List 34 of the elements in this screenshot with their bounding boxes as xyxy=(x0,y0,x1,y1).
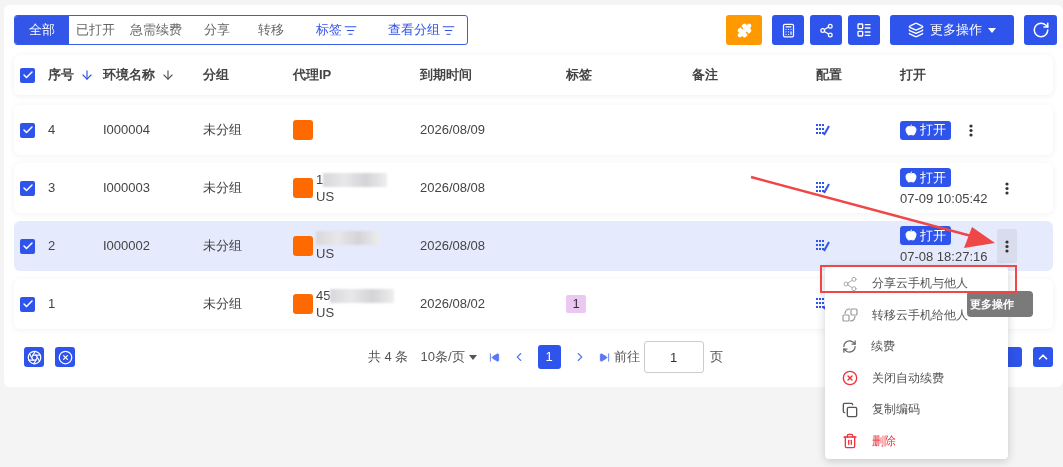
table-cell-text: I000004 xyxy=(103,121,150,140)
table-cell-text: 2026/08/09 xyxy=(420,121,486,140)
column-header: 标签 xyxy=(566,66,592,85)
tag-badge: 1 xyxy=(566,295,586,313)
column-header: 配置 xyxy=(816,66,842,85)
column-header: 分组 xyxy=(203,66,229,85)
column-header: 备注 xyxy=(692,66,718,85)
ip-text: 45 xyxy=(316,287,331,304)
table-cell-text: 3 xyxy=(48,179,56,198)
table-cell-text: 2 xyxy=(48,237,56,256)
table-cell-text: 未分组 xyxy=(203,179,242,198)
ip-text: 1 xyxy=(316,171,324,188)
last-opened-time: 07-08 18:27:16 xyxy=(900,247,988,266)
table-cell-text: I000002 xyxy=(103,237,150,256)
table-cell-text: 未分组 xyxy=(203,295,242,314)
last-opened-time: 07-09 10:05:42 xyxy=(900,189,988,208)
page-unit-label: 页 xyxy=(709,348,723,367)
table-cell-text: 未分组 xyxy=(203,121,242,140)
table-cell-text: 2026/08/08 xyxy=(420,179,486,198)
table-cell-text: 1 xyxy=(48,295,56,314)
table-cell-text: 2026/08/02 xyxy=(420,295,486,314)
column-header: 代理IP xyxy=(293,66,332,85)
table-cell-text: 2026/08/08 xyxy=(420,237,486,256)
table-cell-text: 4 xyxy=(48,121,56,140)
country-text: US xyxy=(316,244,335,262)
country-text: US xyxy=(316,188,335,205)
goto-label: 前往 xyxy=(613,348,640,367)
table-cell-text: I000003 xyxy=(103,179,150,198)
column-header: 到期时间 xyxy=(420,66,472,85)
country-text: US xyxy=(316,304,335,321)
column-header: 打开 xyxy=(900,66,926,85)
tooltip: 更多操作 xyxy=(967,291,1033,317)
total-count: 共 4 条 xyxy=(368,348,409,367)
table-cell-text: 未分组 xyxy=(203,237,242,256)
